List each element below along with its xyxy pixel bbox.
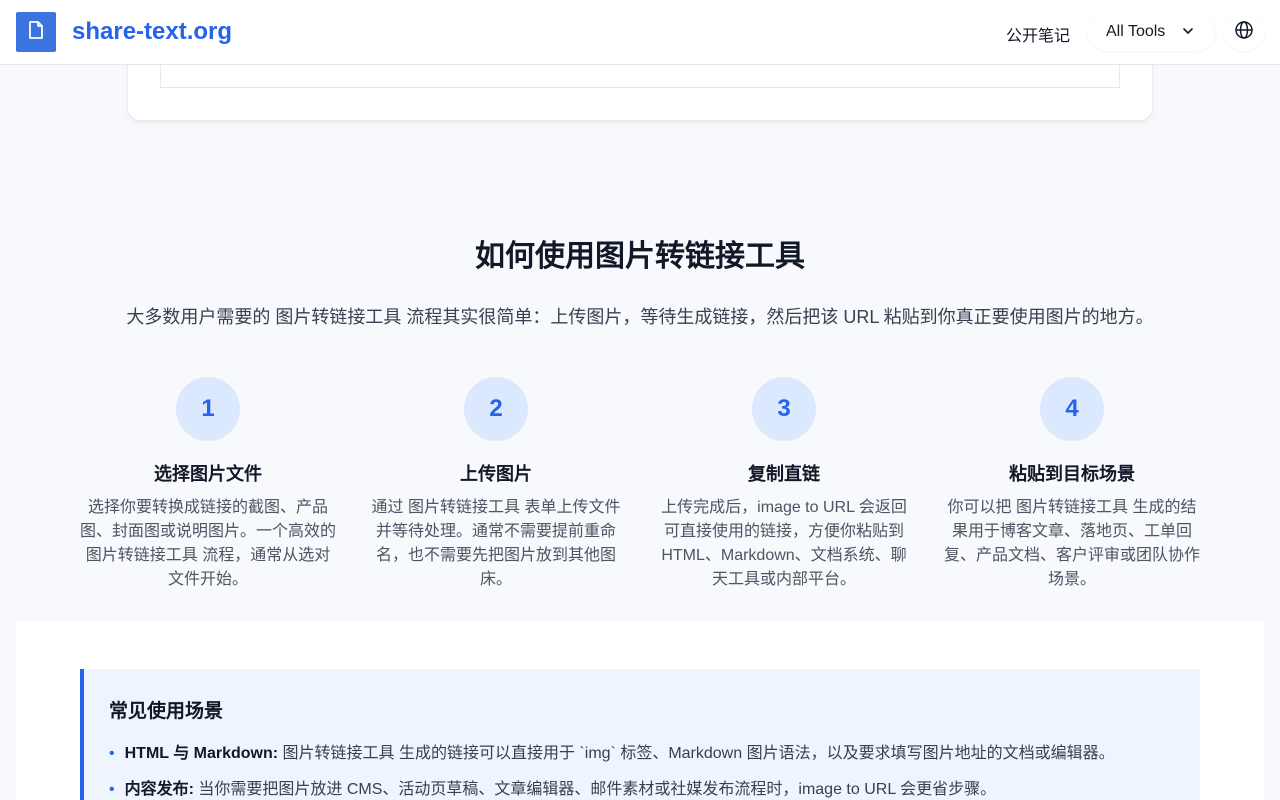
use-cases-title: 常见使用场景 <box>109 701 224 722</box>
nav-public-notes[interactable]: 公开笔记 <box>1006 22 1070 46</box>
use-case-text: 当你需要把图片放进 CMS、活动页草稿、文章编辑器、邮件素材或社媒发布流程时，i… <box>193 781 997 798</box>
globe-icon <box>1234 20 1254 45</box>
use-case-label: 内容发布: <box>124 781 194 798</box>
bullet-icon: • <box>109 745 115 762</box>
step-title: 上传图片 <box>460 464 532 484</box>
step-card: 4 粘贴到目标场景 你可以把 图片转链接工具 生成的结果用于博客文章、落地页、工… <box>942 377 1202 592</box>
chevron-down-icon <box>1181 24 1195 43</box>
how-to-subtitle: 大多数用户需要的 图片转链接工具 流程其实很简单：上传图片，等待生成链接，然后把… <box>126 307 1154 327</box>
step-title: 复制直链 <box>748 464 820 484</box>
step-card: 2 上传图片 通过 图片转链接工具 表单上传文件并等待处理。通常不需要提前重命名… <box>366 377 626 592</box>
use-cases-section: 常见使用场景 • HTML 与 Markdown: 图片转链接工具 生成的链接可以… <box>16 621 1264 800</box>
step-description: 选择你要转换成链接的截图、产品图、封面图或说明图片。一个高效的 图片转链接工具 … <box>79 499 336 588</box>
list-item: • 内容发布: 当你需要把图片放进 CMS、活动页草稿、文章编辑器、邮件素材或社媒… <box>109 775 996 799</box>
step-card: 1 选择图片文件 选择你要转换成链接的截图、产品图、封面图或说明图片。一个高效的… <box>78 377 338 592</box>
step-number: 1 <box>176 377 240 441</box>
site-header: share-text.org 公开笔记 All Tools <box>0 0 1280 65</box>
use-cases-callout: 常见使用场景 • HTML 与 Markdown: 图片转链接工具 生成的链接可以… <box>80 669 1200 800</box>
step-title: 粘贴到目标场景 <box>1009 464 1135 484</box>
logo[interactable] <box>16 12 56 52</box>
step-description: 通过 图片转链接工具 表单上传文件并等待处理。通常不需要提前重命名，也不需要先把… <box>371 499 621 588</box>
all-tools-dropdown[interactable]: All Tools <box>1088 13 1215 51</box>
step-number: 3 <box>752 377 816 441</box>
use-case-text: 图片转链接工具 生成的链接可以直接用于 `img` 标签、Markdown 图片… <box>278 745 1115 762</box>
language-button[interactable] <box>1224 13 1264 51</box>
step-description: 你可以把 图片转链接工具 生成的结果用于博客文章、落地页、工单回复、产品文档、客… <box>943 499 1200 588</box>
step-title: 选择图片文件 <box>154 464 262 484</box>
use-case-label: HTML 与 Markdown: <box>124 745 279 762</box>
all-tools-label: All Tools <box>1106 23 1166 40</box>
how-to-title: 如何使用图片转链接工具 <box>475 240 805 273</box>
bullet-icon: • <box>109 781 115 798</box>
step-number: 4 <box>1040 377 1104 441</box>
step-description: 上传完成后，image to URL 会返回可直接使用的链接，方便你粘贴到 HT… <box>661 499 907 588</box>
list-item: • HTML 与 Markdown: 图片转链接工具 生成的链接可以直接用于 `i… <box>109 739 1115 763</box>
step-card: 3 复制直链 上传完成后，image to URL 会返回可直接使用的链接，方便… <box>654 377 914 592</box>
document-icon <box>27 20 45 45</box>
step-number: 2 <box>464 377 528 441</box>
brand-name[interactable]: share-text.org <box>72 18 232 46</box>
